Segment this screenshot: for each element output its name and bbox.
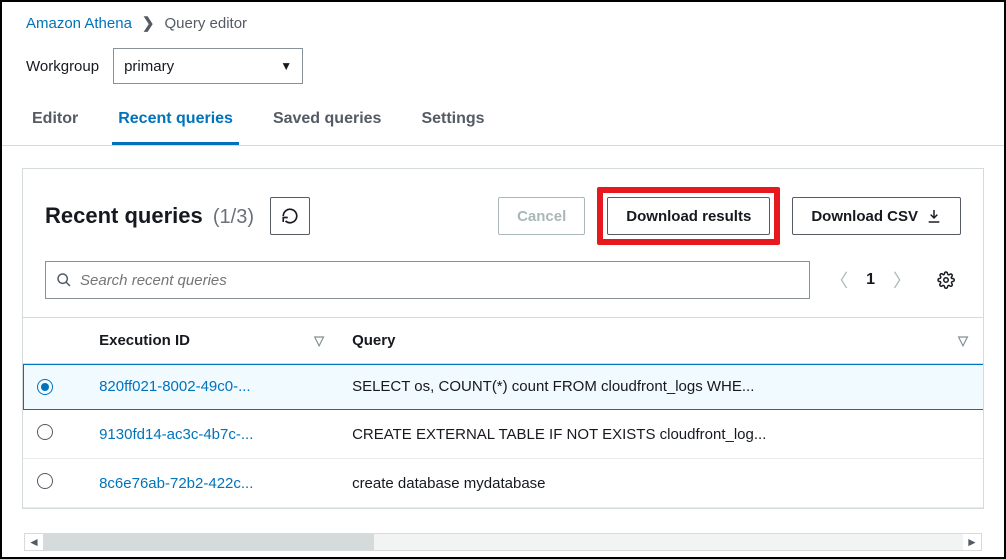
workgroup-select[interactable]: primary ▼ [113,48,303,84]
start-time-cell: 2023-01-0 [982,410,983,459]
page-prev-button[interactable]: 〈 [824,263,854,297]
table-row[interactable]: 9130fd14-ac3c-4b7c-... CREATE EXTERNAL T… [23,410,983,459]
gear-icon [937,271,955,289]
column-query[interactable]: Query▽ [338,318,982,364]
download-results-highlight: Download results [597,187,780,245]
settings-gear-button[interactable] [931,267,961,293]
row-radio[interactable] [37,379,53,395]
column-select [23,318,85,364]
workgroup-value: primary [124,58,174,75]
download-csv-button[interactable]: Download CSV [792,197,961,235]
table-row[interactable]: 820ff021-8002-49c0-... SELECT os, COUNT(… [23,364,983,410]
breadcrumb: Amazon Athena ❯ Query editor [2,2,1004,42]
pagination: 〈 1 〉 [824,263,917,297]
panel-count: (1/3) [213,206,254,228]
execution-id-link[interactable]: 820ff021-8002-49c0-... [85,364,338,410]
search-input[interactable] [80,272,799,289]
filter-icon: ▽ [314,333,324,349]
download-icon [926,208,942,224]
download-results-button[interactable]: Download results [607,197,770,235]
tabs: Editor Recent queries Saved queries Sett… [2,98,1004,146]
scroll-right-icon[interactable]: ► [963,535,981,549]
scroll-thumb[interactable] [43,534,374,550]
horizontal-scrollbar[interactable]: ◄ ► [24,533,982,551]
column-execution-id[interactable]: Execution ID▽ [85,318,338,364]
page-number: 1 [866,271,875,289]
query-cell: SELECT os, COUNT(*) count FROM cloudfron… [338,364,982,410]
tab-editor[interactable]: Editor [26,98,84,145]
tab-saved-queries[interactable]: Saved queries [267,98,388,145]
recent-queries-panel: Recent queries (1/3) Cancel Download res… [22,168,984,509]
tab-recent-queries[interactable]: Recent queries [112,98,239,145]
tab-settings[interactable]: Settings [415,98,490,145]
row-radio[interactable] [37,424,53,440]
row-radio[interactable] [37,473,53,489]
workgroup-label: Workgroup [26,58,99,75]
scroll-left-icon[interactable]: ◄ [25,535,43,549]
query-cell: create database mydatabase [338,459,982,508]
refresh-icon [281,207,299,225]
execution-id-link[interactable]: 8c6e76ab-72b2-422c... [85,459,338,508]
query-cell: CREATE EXTERNAL TABLE IF NOT EXISTS clou… [338,410,982,459]
search-icon [56,272,72,288]
download-csv-label: Download CSV [811,208,918,225]
search-box[interactable] [45,261,810,299]
filter-icon: ▽ [958,333,968,349]
column-start-time[interactable]: Start time [982,318,983,364]
breadcrumb-root[interactable]: Amazon Athena [26,15,132,32]
breadcrumb-current: Query editor [165,15,248,32]
scroll-track[interactable] [43,534,963,550]
chevron-right-icon: ❯ [142,14,155,32]
table-row[interactable]: 8c6e76ab-72b2-422c... create database my… [23,459,983,508]
page-next-button[interactable]: 〉 [887,263,917,297]
panel-title: Recent queries (1/3) [45,203,254,229]
cancel-button: Cancel [498,197,585,235]
caret-down-icon: ▼ [280,59,292,73]
refresh-button[interactable] [270,197,310,235]
execution-id-link[interactable]: 9130fd14-ac3c-4b7c-... [85,410,338,459]
start-time-cell: 2023-01-0 [982,459,983,508]
recent-queries-table: Execution ID▽ Query▽ Start time [23,318,983,508]
start-time-cell: 2023-01-0 [982,364,983,410]
table-scroll[interactable]: Execution ID▽ Query▽ Start time [23,317,983,508]
